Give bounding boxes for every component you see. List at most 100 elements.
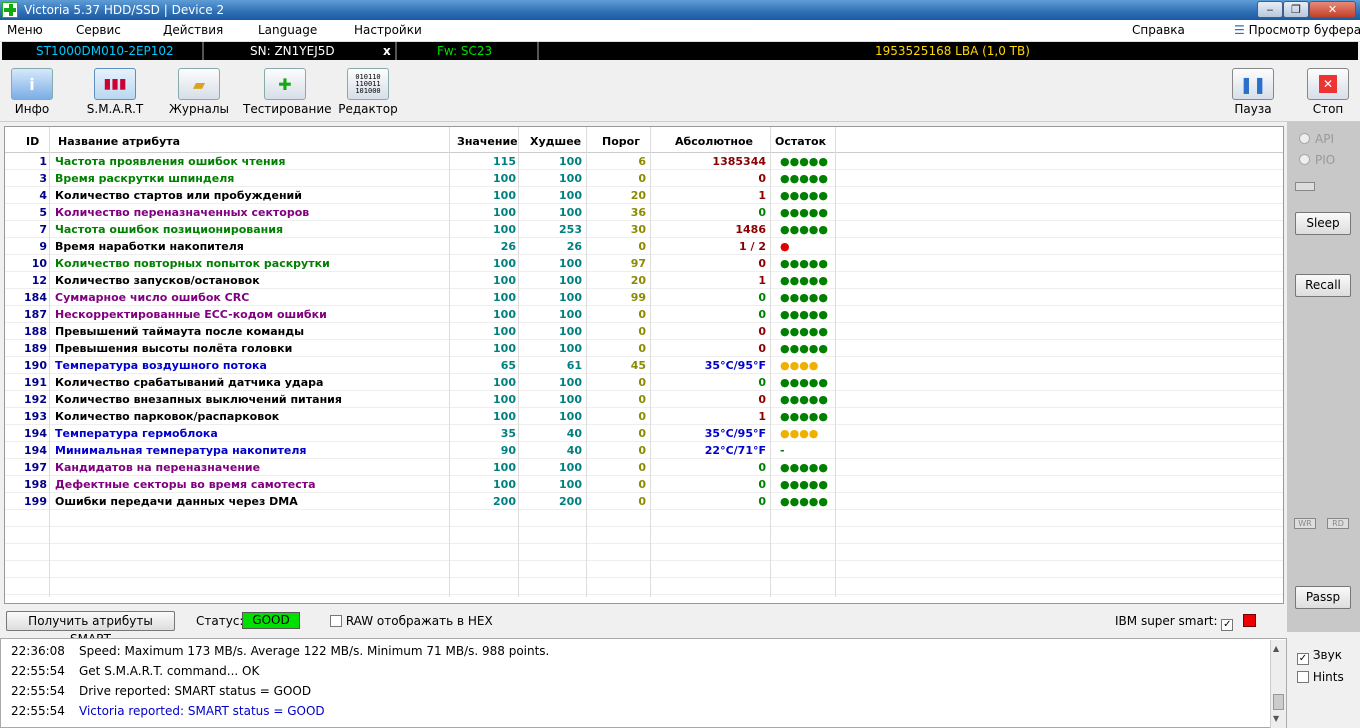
minimize-button[interactable]: ‒ (1257, 1, 1283, 18)
hints-checkbox[interactable]: Hints (1297, 670, 1344, 684)
table-row[interactable]: 5 Количество переназначенных секторов 100 1… (5, 204, 1283, 221)
radio-icon (1299, 133, 1310, 144)
cell-threshold: 99 (630, 291, 646, 304)
table-row[interactable]: 198 Дефектные секторы во время самотеста 1… (5, 476, 1283, 493)
table-row[interactable]: 188 Превышений таймаута после команды 100 1… (5, 323, 1283, 340)
table-row[interactable]: 199 Ошибки передачи данных через DMA 200 20… (5, 493, 1283, 510)
scroll-down-icon[interactable]: ▼ (1273, 714, 1279, 723)
table-row[interactable]: 194 Температура гермоблока 35 40 0 35°C/95°F ●… (5, 425, 1283, 442)
col-remain[interactable]: Остаток (775, 135, 826, 148)
table-row[interactable]: 187 Нескорректированные ECC-кодом ошибки 1… (5, 306, 1283, 323)
table-row[interactable]: 9 Время наработки накопителя 26 26 0 1 / 2 ● (5, 238, 1283, 255)
maximize-button[interactable]: ❐ (1283, 1, 1309, 18)
cell-remain: - (780, 444, 785, 457)
pause-button[interactable]: ❚❚ Пауза (1211, 64, 1295, 120)
cell-threshold: 20 (630, 189, 646, 202)
cell-value: 100 (493, 342, 516, 355)
sound-checkbox[interactable]: ✓ Звук (1297, 648, 1342, 665)
scroll-thumb[interactable] (1273, 694, 1284, 710)
table-row[interactable]: 4 Количество стартов или пробуждений 100 10… (5, 187, 1283, 204)
cell-worst: 26 (566, 240, 582, 253)
close-window-button[interactable]: ✕ (1309, 1, 1356, 18)
recall-button[interactable]: Recall (1295, 274, 1351, 297)
cell-id: 197 (24, 461, 47, 474)
menu-actions[interactable]: Действия (163, 23, 223, 37)
logs-button[interactable]: ▰ Журналы (157, 64, 241, 120)
log-message: Drive reported: SMART status = GOOD (79, 684, 312, 698)
cell-worst: 61 (566, 359, 582, 372)
col-raw[interactable]: Абсолютное (675, 135, 753, 148)
table-row[interactable]: 193 Количество парковок/распарковок 100 100… (5, 408, 1283, 425)
table-row[interactable]: 1 Частота проявления ошибок чтения 115 100 6… (5, 153, 1283, 170)
column-divider (770, 127, 771, 597)
cell-remain: ●●●●● (780, 291, 828, 304)
editor-button[interactable]: 010110 110011 101000 Редактор (326, 64, 410, 120)
table-row[interactable]: 3 Время раскрутки шпинделя 100 100 0 0 ●●●●● (5, 170, 1283, 187)
cell-name: Температура гермоблока (55, 427, 218, 440)
col-value[interactable]: Значение (457, 135, 518, 148)
menu-language[interactable]: Language (258, 23, 317, 37)
drive-lba: 1953525168 LBA (1,0 TB) (875, 44, 1030, 58)
table-row[interactable]: 190 Температура воздушного потока 65 61 45 35… (5, 357, 1283, 374)
info-button[interactable]: i Инфо (0, 64, 74, 120)
binary-editor-icon: 010110 110011 101000 (347, 68, 389, 100)
cell-name: Количество парковок/распарковок (55, 410, 280, 423)
menu-bar: Меню Сервис Действия Language Настройки … (0, 20, 1360, 42)
stop-label: Стоп (1312, 102, 1344, 116)
drive-firmware: Fw: SC23 (437, 44, 493, 58)
passp-button[interactable]: Passp (1295, 586, 1351, 609)
col-worst[interactable]: Худшее (530, 135, 581, 148)
rd-indicator: RD (1327, 518, 1349, 529)
cell-name: Температура воздушного потока (55, 359, 267, 372)
cell-threshold: 45 (630, 359, 646, 372)
cell-worst: 100 (559, 308, 582, 321)
table-row[interactable]: 12 Количество запусков/остановок 100 100 20 1… (5, 272, 1283, 289)
raw-hex-checkbox[interactable]: RAW отображать в HEX (330, 614, 493, 628)
log-message: Get S.M.A.R.T. command... OK (79, 664, 260, 678)
get-smart-button[interactable]: Получить атрибуты SMART (6, 611, 175, 646)
cell-raw: 1 (758, 274, 766, 287)
api-radio[interactable]: API (1299, 132, 1359, 146)
table-row[interactable]: 192 Количество внезапных выключений питан… (5, 391, 1283, 408)
smart-button[interactable]: ▮▮▮ S.M.A.R.T (73, 64, 157, 120)
menu-service[interactable]: Сервис (76, 23, 121, 37)
log-message: Speed: Maximum 173 MB/s. Average 122 MB/… (79, 644, 550, 658)
cell-threshold: 0 (638, 325, 646, 338)
scroll-up-icon[interactable]: ▲ (1273, 644, 1279, 653)
device-close-x[interactable]: x (383, 44, 391, 58)
table-row[interactable]: 7 Частота ошибок позиционирования 100 253 30… (5, 221, 1283, 238)
empty-row (5, 510, 1283, 527)
table-row[interactable]: 10 Количество повторных попыток раскрутки… (5, 255, 1283, 272)
cell-threshold: 20 (630, 274, 646, 287)
col-id[interactable]: ID (26, 135, 39, 148)
table-row[interactable]: 189 Превышения высоты полёта головки 100 10… (5, 340, 1283, 357)
pause-label: Пауза (1234, 102, 1272, 116)
stop-button[interactable]: ✕ Стоп (1286, 64, 1360, 120)
menu-settings[interactable]: Настройки (354, 23, 422, 37)
table-row[interactable]: 184 Суммарное число ошибок CRC 100 100 99 0 ●●… (5, 289, 1283, 306)
test-button[interactable]: ✚ Тестирование (243, 64, 332, 120)
cell-value: 100 (493, 461, 516, 474)
cell-worst: 40 (566, 427, 582, 440)
buffer-view-link[interactable]: ☰ Просмотр буфера (1234, 23, 1360, 37)
menu-help[interactable]: Справка (1132, 23, 1185, 37)
cell-threshold: 0 (638, 308, 646, 321)
cell-value: 100 (493, 478, 516, 491)
cell-value: 115 (493, 155, 516, 168)
menu-main[interactable]: Меню (7, 23, 43, 37)
smart-chart-icon: ▮▮▮ (94, 68, 136, 100)
pio-radio[interactable]: PIO (1299, 153, 1359, 167)
table-row[interactable]: 197 Кандидатов на переназначение 100 100 0 0 ●… (5, 459, 1283, 476)
sleep-button[interactable]: Sleep (1295, 212, 1351, 235)
cell-name: Количество запусков/остановок (55, 274, 260, 287)
cell-worst: 200 (559, 495, 582, 508)
table-row[interactable]: 194 Минимальная температура накопителя 90 4… (5, 442, 1283, 459)
test-label: Тестирование (243, 102, 332, 116)
cell-raw: 0 (758, 325, 766, 338)
ibm-super-smart-checkbox[interactable]: IBM super smart: ✓ (1115, 614, 1234, 631)
table-row[interactable]: 191 Количество срабатываний датчика удара… (5, 374, 1283, 391)
cell-name: Время наработки накопителя (55, 240, 244, 253)
col-threshold[interactable]: Порог (602, 135, 640, 148)
col-name[interactable]: Название атрибута (58, 135, 180, 148)
log-scrollbar[interactable]: ▲ ▼ (1270, 640, 1286, 728)
